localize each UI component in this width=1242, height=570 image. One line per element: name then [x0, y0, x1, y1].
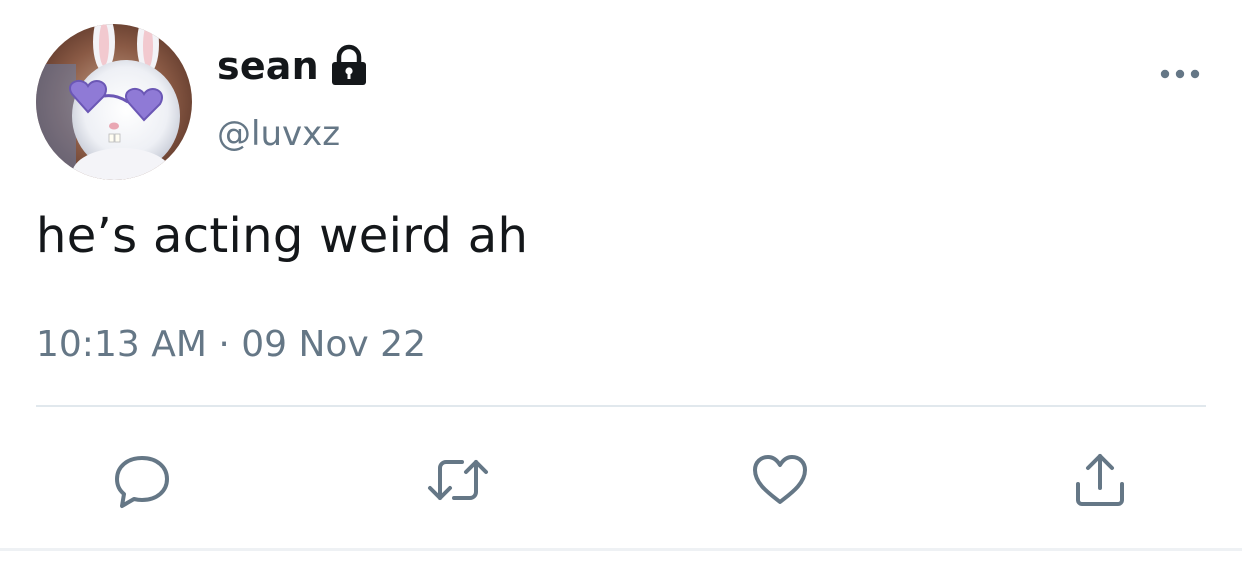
heart-icon	[750, 450, 810, 510]
reply-button[interactable]	[110, 448, 174, 512]
user-handle[interactable]: @luvxz	[217, 114, 340, 154]
divider	[36, 405, 1206, 407]
retweet-icon	[426, 450, 490, 510]
tweet-timestamp[interactable]: 10:13 AM · 09 Nov 22	[36, 324, 426, 365]
share-icon	[1070, 450, 1130, 510]
avatar[interactable]	[36, 24, 192, 180]
retweet-button[interactable]	[426, 448, 490, 512]
reply-icon	[112, 450, 172, 510]
more-icon[interactable]	[1158, 62, 1202, 86]
tweet-card: sean @luvxz he’s acting weird ah 10:13 A…	[0, 0, 1242, 570]
bottom-divider	[0, 548, 1242, 551]
display-name[interactable]: sean	[217, 44, 319, 88]
like-button[interactable]	[748, 448, 812, 512]
share-button[interactable]	[1068, 448, 1132, 512]
display-name-row[interactable]: sean	[217, 38, 371, 94]
tweet-text: he’s acting weird ah	[36, 208, 529, 264]
lock-icon	[327, 44, 371, 88]
